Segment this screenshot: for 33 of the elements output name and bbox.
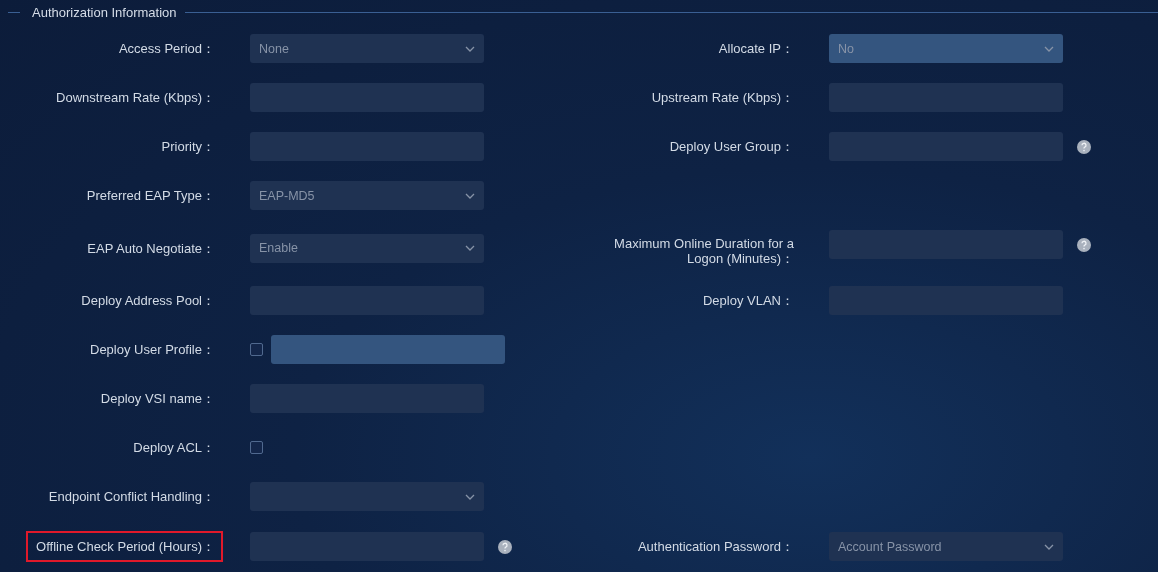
field-label: Deploy VSI name： [100, 391, 215, 406]
chevron-down-icon [1044, 543, 1054, 550]
dropdown[interactable]: Enable [250, 233, 484, 263]
checkbox[interactable] [250, 441, 263, 454]
field-label: Priority： [161, 139, 215, 154]
field-label: Deploy ACL： [133, 440, 215, 455]
section-title: Authorization Information [32, 4, 177, 20]
chevron-down-icon [465, 245, 475, 251]
chevron-down-icon [465, 45, 475, 52]
field-label: Authentication Password： [637, 539, 794, 554]
field-label: Upstream Rate (Kbps)： [651, 90, 794, 105]
field-label: Access Period： [118, 41, 215, 56]
field-label: Deploy User Group： [669, 139, 794, 154]
dropdown[interactable]: None [250, 34, 484, 63]
field-label: Downstream Rate (Kbps)： [56, 90, 215, 105]
help-icon[interactable] [1077, 237, 1091, 252]
field-label: Deploy VLAN： [702, 293, 794, 308]
field-label: Maximum Online Duration for a Logon (Minutes)： [613, 236, 794, 266]
help-icon[interactable] [498, 539, 512, 554]
field-label: Offline Check Period (Hours)： [36, 539, 215, 554]
field-label: EAP Auto Negotiate： [87, 240, 215, 256]
dropdown[interactable]: EAP-MD5 [250, 181, 484, 210]
field-label: Deploy Address Pool： [81, 293, 215, 308]
field-label: Preferred EAP Type： [86, 188, 215, 203]
field-label: Endpoint Conflict Handling： [48, 489, 215, 504]
chevron-down-icon [465, 493, 475, 500]
dropdown[interactable] [250, 482, 484, 511]
field-label: Deploy User Profile： [90, 342, 215, 357]
help-icon[interactable] [1077, 139, 1091, 154]
chevron-down-icon [1044, 45, 1054, 52]
field-label: Allocate IP： [718, 41, 794, 56]
chevron-down-icon [465, 192, 475, 199]
dropdown[interactable]: Account Password [829, 532, 1063, 561]
